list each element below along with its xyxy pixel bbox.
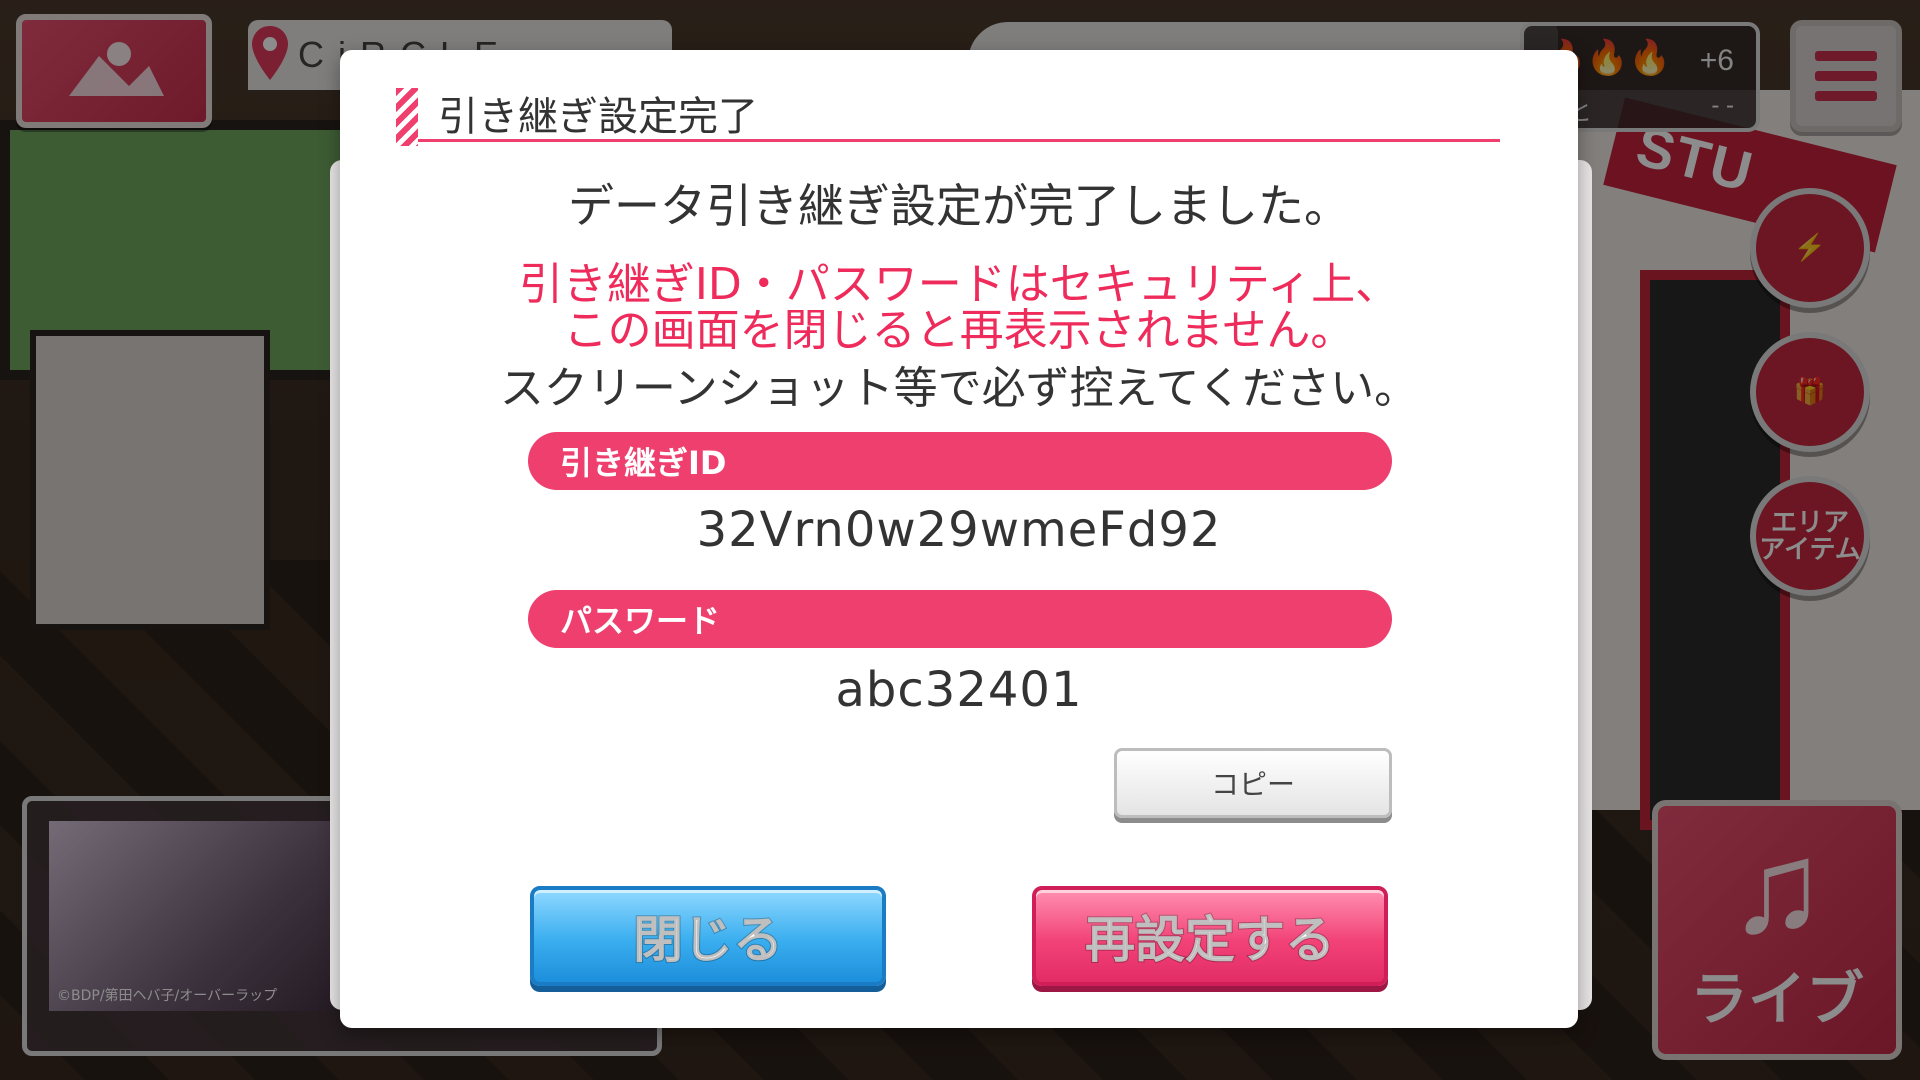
transfer-id-label-text: 引き継ぎID bbox=[560, 444, 727, 482]
header-stripe bbox=[396, 88, 418, 146]
completion-message: データ引き継ぎ設定が完了しました。 bbox=[568, 179, 1350, 233]
security-warning-line2: この画面を閉じると再表示されません。 bbox=[563, 305, 1355, 356]
transfer-complete-dialog: 引き継ぎ設定完了 データ引き継ぎ設定が完了しました。 引き継ぎID・パスワードは… bbox=[340, 50, 1578, 1028]
copy-button[interactable]: コピー bbox=[1114, 748, 1392, 818]
close-button[interactable]: 閉じる bbox=[530, 886, 886, 986]
security-warning-line1: 引き継ぎID・パスワードはセキュリティ上、 bbox=[518, 259, 1400, 310]
password-label: パスワード bbox=[528, 590, 1392, 648]
security-warning: 引き継ぎID・パスワードはセキュリティ上、 この画面を閉じると再表示されません。 bbox=[340, 262, 1578, 354]
password-label-text: パスワード bbox=[560, 602, 721, 640]
password-value: abc32401 bbox=[835, 662, 1083, 718]
reset-button[interactable]: 再設定する bbox=[1032, 886, 1388, 986]
transfer-id-label: 引き継ぎID bbox=[528, 432, 1392, 490]
dialog-header: 引き継ぎ設定完了 bbox=[396, 80, 1500, 146]
screenshot-note: スクリーンショット等で必ず控えてください。 bbox=[499, 363, 1419, 414]
transfer-id-value: 32Vrn0w29wmeFd92 bbox=[696, 502, 1222, 558]
dialog-title: 引き継ぎ設定完了 bbox=[438, 94, 758, 140]
